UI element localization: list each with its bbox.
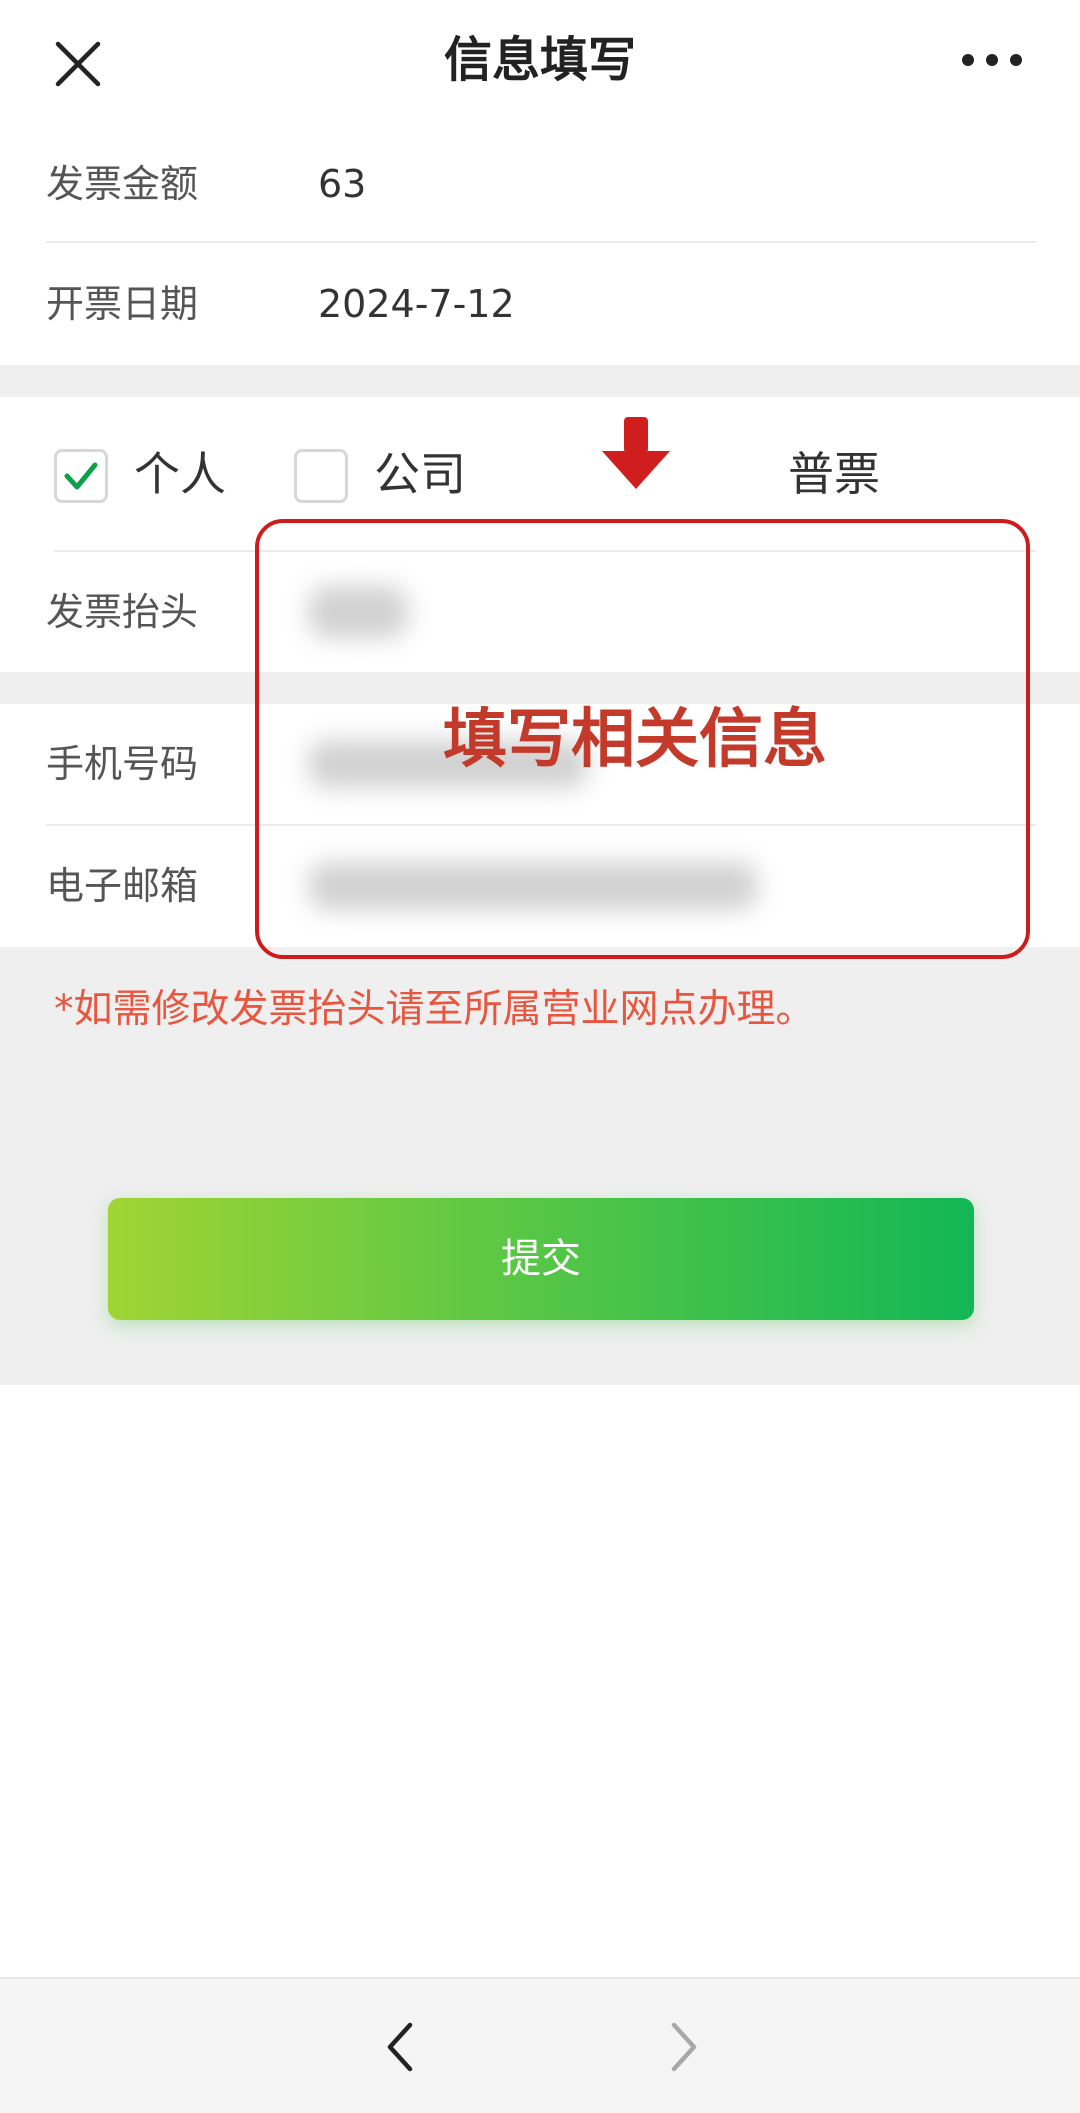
email-field[interactable]	[308, 862, 758, 910]
chevron-right-icon[interactable]	[652, 2017, 712, 2077]
invoice-date-label: 开票日期	[46, 282, 199, 326]
chevron-left-icon[interactable]	[372, 2017, 432, 2077]
annotation-text: 填写相关信息	[443, 703, 827, 777]
personal-checkbox[interactable]	[54, 449, 108, 503]
invoice-date-value: 2024-7-12	[318, 282, 515, 326]
email-label: 电子邮箱	[46, 864, 199, 908]
personal-label[interactable]: 个人	[134, 397, 226, 552]
page-title: 信息填写	[443, 32, 636, 88]
invoice-amount-value: 63	[318, 162, 367, 206]
invoice-form-page: 信息填写 发票金额 63 开票日期 2024-7-12 个人 公司 普票 发票抬…	[0, 0, 1080, 2113]
header: 信息填写	[0, 0, 1080, 120]
phone-label: 手机号码	[46, 742, 199, 786]
invoice-amount-label: 发票金额	[46, 162, 199, 206]
divider	[46, 241, 1036, 243]
more-icon[interactable]	[952, 44, 1032, 76]
notice-text: *如需修改发票抬头请至所属营业网点办理。	[54, 987, 815, 1032]
company-label[interactable]: 公司	[374, 397, 466, 552]
company-checkbox[interactable]	[294, 449, 348, 503]
ticket-type-label: 普票	[788, 447, 880, 501]
invoice-title-label: 发票抬头	[46, 590, 199, 634]
invoice-amount-row: 发票金额 63	[0, 124, 1080, 244]
down-arrow-icon	[600, 415, 672, 491]
section-separator	[0, 365, 1080, 397]
invoice-date-row: 开票日期 2024-7-12	[0, 244, 1080, 364]
bottom-navigation	[0, 1977, 1080, 2113]
invoice-type-row: 个人 公司 普票	[0, 397, 1080, 552]
invoice-title-row: 发票抬头	[0, 552, 1080, 672]
email-row: 电子邮箱	[0, 826, 1080, 946]
submit-button[interactable]: 提交	[108, 1198, 974, 1320]
invoice-title-field[interactable]	[308, 586, 408, 638]
